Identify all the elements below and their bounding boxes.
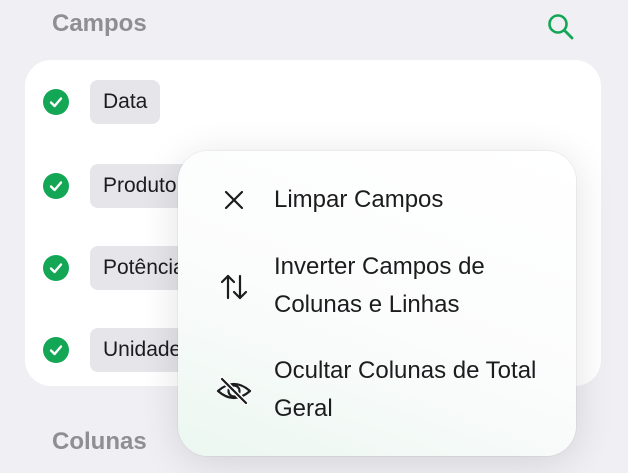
x-icon: [212, 182, 256, 218]
field-chip-data[interactable]: Data: [90, 80, 161, 124]
search-button[interactable]: [542, 9, 580, 45]
menu-label-hide-grand-total: Ocultar Colunas de Total Geral: [274, 357, 537, 422]
field-row-produto: Produto: [43, 164, 190, 208]
search-icon: [548, 14, 574, 40]
columns-section-title: Colunas: [52, 428, 147, 455]
context-menu: Limpar Campos Inverter Campos de Colunas…: [178, 151, 576, 456]
checkmark-icon[interactable]: [43, 173, 69, 199]
fields-section-title: Campos: [52, 10, 147, 37]
checkmark-icon[interactable]: [43, 337, 69, 363]
menu-label-clear-fields: Limpar Campos: [274, 186, 444, 213]
menu-item-clear-fields[interactable]: Limpar Campos: [178, 181, 576, 219]
field-row-potencia: Potência: [43, 246, 198, 290]
field-row-data: Data: [43, 80, 161, 124]
menu-item-hide-grand-total[interactable]: Ocultar Colunas de Total Geral: [178, 352, 576, 428]
checkmark-icon[interactable]: [43, 89, 69, 115]
menu-label-swap-fields: Inverter Campos de Colunas e Linhas: [274, 253, 485, 318]
field-chip-produto[interactable]: Produto: [90, 164, 190, 208]
swap-arrows-icon: [212, 269, 256, 305]
menu-item-swap-fields[interactable]: Inverter Campos de Colunas e Linhas: [178, 248, 576, 324]
eye-slash-icon: [212, 373, 256, 409]
checkmark-icon[interactable]: [43, 255, 69, 281]
